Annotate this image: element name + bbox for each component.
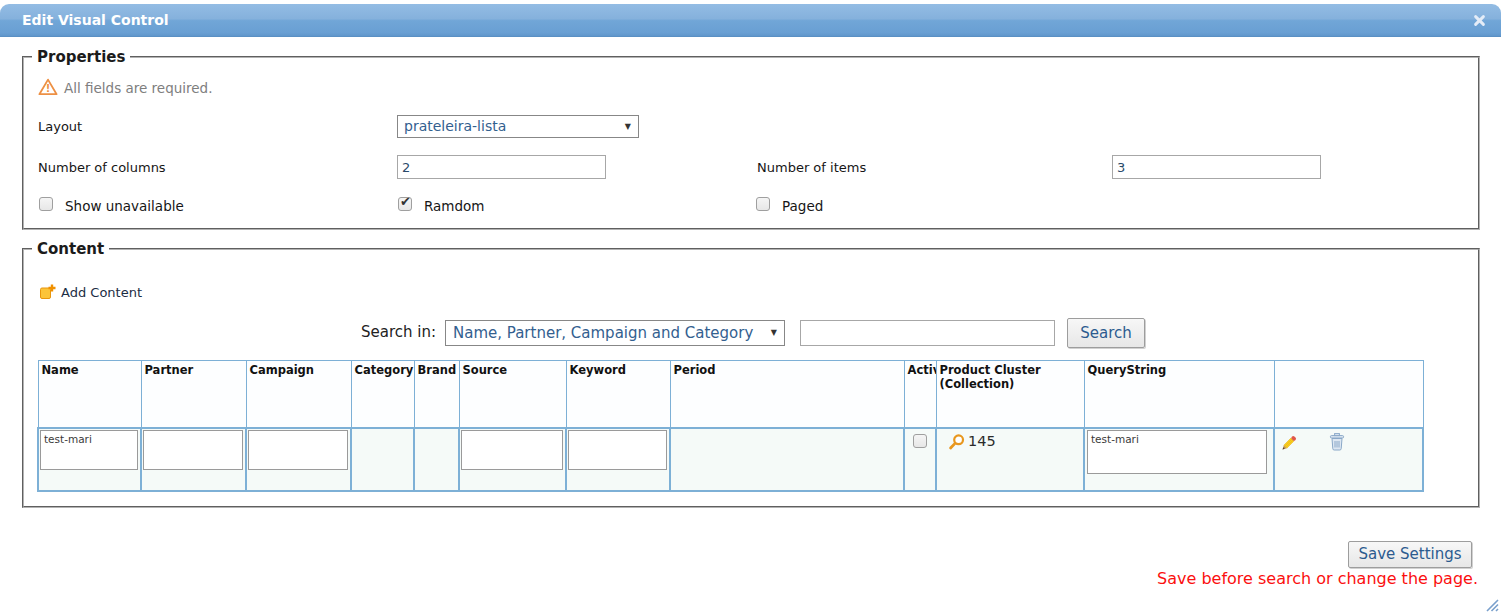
row-period-cell [670, 428, 904, 491]
content-table: Name Partner Campaign Category Brand Sou… [37, 360, 1424, 492]
close-icon[interactable] [1473, 14, 1486, 27]
save-settings-button[interactable]: Save Settings [1348, 541, 1472, 568]
row-partner-textarea[interactable] [143, 430, 243, 470]
search-input[interactable] [800, 320, 1055, 346]
dialog-title: Edit Visual Control [22, 4, 169, 36]
delete-trash-icon[interactable] [1327, 432, 1347, 452]
col-header-querystring: QueryString [1084, 361, 1274, 428]
random-label: Ramdom [424, 198, 485, 214]
add-content-icon[interactable] [39, 283, 56, 300]
paged-label: Paged [782, 198, 823, 214]
col-header-source: Source [459, 361, 566, 428]
required-fields-note: All fields are required. [64, 80, 212, 96]
svg-text:!: ! [46, 83, 51, 94]
paged-checkbox[interactable] [756, 197, 770, 211]
row-category-cell [351, 428, 414, 491]
show-unavailable-checkbox[interactable] [39, 197, 53, 211]
col-header-product-cluster: Product Cluster (Collection) [936, 361, 1084, 428]
properties-fieldset: Properties ! All fields are required. La… [22, 56, 1480, 230]
col-header-name: Name [38, 361, 141, 428]
row-brand-cell [414, 428, 459, 491]
col-header-campaign: Campaign [246, 361, 351, 428]
columns-label: Number of columns [38, 160, 166, 175]
items-label: Number of items [757, 160, 866, 175]
search-in-select-value: Name, Partner, Campaign and Category [453, 324, 753, 342]
search-in-label: Search in: [361, 323, 436, 341]
resize-grip[interactable] [1481, 594, 1500, 613]
row-keyword-textarea[interactable] [568, 430, 667, 470]
edit-pencil-icon[interactable] [1280, 432, 1300, 452]
col-header-brand: Brand [414, 361, 459, 428]
row-querystring-textarea[interactable]: test-mari [1087, 430, 1267, 474]
show-unavailable-label: Show unavailable [65, 198, 184, 214]
col-header-category: Category [351, 361, 414, 428]
table-row: test-mari 145 test-mari [38, 428, 1423, 491]
items-input[interactable] [1112, 155, 1321, 179]
col-header-partner: Partner [141, 361, 246, 428]
search-in-select[interactable]: Name, Partner, Campaign and Category ▼ [445, 320, 785, 346]
content-legend: Content [32, 240, 109, 258]
save-warning-text: Save before search or change the page. [1157, 569, 1478, 588]
table-header-row: Name Partner Campaign Category Brand Sou… [38, 361, 1423, 428]
columns-input[interactable] [397, 155, 606, 179]
layout-select[interactable]: prateleira-lista ▼ [397, 115, 639, 138]
layout-label: Layout [38, 119, 82, 134]
properties-legend: Properties [32, 48, 130, 66]
row-source-textarea[interactable] [461, 430, 563, 470]
product-cluster-id: 145 [968, 433, 996, 449]
col-header-keyword: Keyword [566, 361, 670, 428]
row-name-textarea[interactable]: test-mari [40, 430, 138, 470]
warning-icon: ! [38, 78, 58, 96]
layout-select-value: prateleira-lista [404, 118, 506, 134]
add-content-label[interactable]: Add Content [61, 285, 142, 300]
chevron-down-icon: ▼ [625, 122, 631, 131]
row-active-checkbox[interactable] [913, 434, 927, 448]
col-header-active: Activ [904, 361, 936, 428]
content-fieldset: Content Add Content Search in: Name, Par… [22, 248, 1480, 508]
row-campaign-textarea[interactable] [248, 430, 348, 470]
search-lookup-icon[interactable] [948, 433, 966, 451]
random-checkbox[interactable] [398, 197, 412, 211]
col-header-actions [1274, 361, 1423, 428]
dialog-titlebar: Edit Visual Control [0, 4, 1501, 37]
col-header-period: Period [670, 361, 904, 428]
search-button[interactable]: Search [1067, 318, 1145, 348]
chevron-down-icon: ▼ [771, 328, 777, 337]
